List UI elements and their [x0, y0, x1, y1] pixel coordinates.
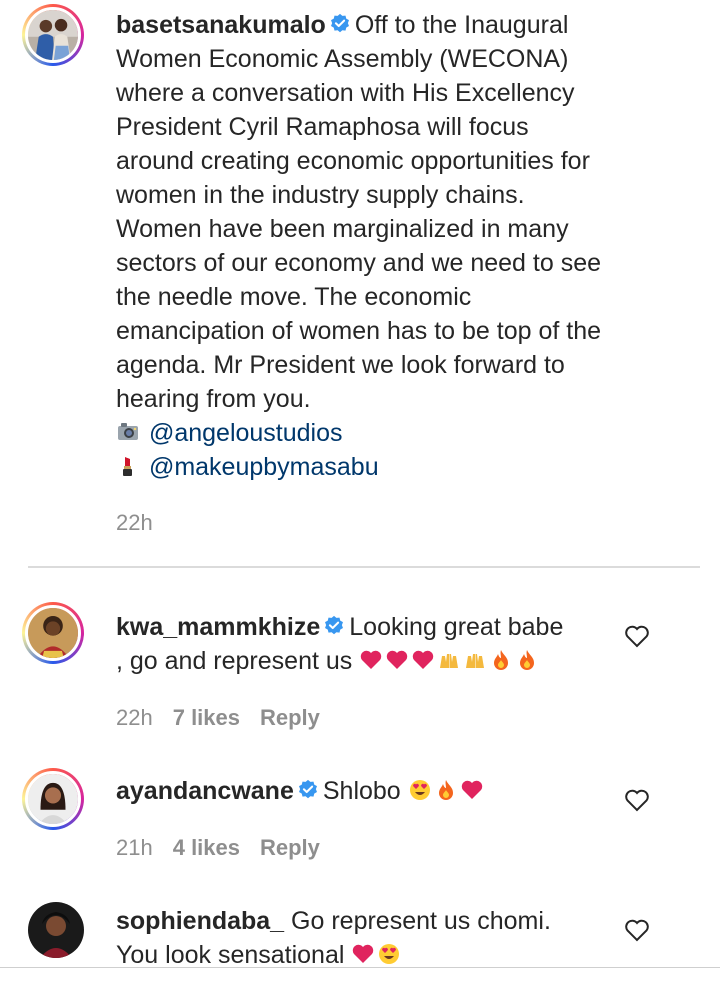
caption-line: sectors of our economy and we need to se…	[116, 249, 602, 277]
avatar-image	[28, 10, 78, 60]
comment-timestamp: 21h	[116, 835, 153, 860]
red-heart-icon	[413, 650, 434, 669]
avatar-image	[28, 902, 84, 958]
caption-text: basetsanakumalo Off to the Inaugural Wome…	[116, 8, 616, 484]
comment-body: You look sensational	[116, 941, 345, 969]
reply-button[interactable]: Reply	[260, 835, 320, 860]
avatar-ayandancwane[interactable]	[22, 768, 84, 830]
comment-timestamp: 22h	[116, 705, 153, 730]
comment-meta: 22h 7 likes Reply	[116, 705, 340, 731]
caption-meta: 22h	[116, 510, 173, 536]
like-comment-heart-icon[interactable]	[624, 624, 650, 648]
like-comment-heart-icon[interactable]	[624, 788, 650, 812]
caption-line: around creating economic opportunities f…	[116, 147, 590, 175]
heart-eyes-icon	[409, 780, 430, 800]
divider	[28, 566, 700, 568]
comment-text: ayandancwane Shlobo	[116, 774, 616, 808]
comment-body: Looking great babe	[349, 613, 564, 641]
caption-line: emancipation of women has to be top of t…	[116, 317, 602, 345]
fire-icon	[438, 780, 453, 800]
comment-body: Go represent us chomi.	[291, 907, 551, 935]
reply-button[interactable]: Reply	[260, 705, 320, 730]
mention-makeupbymasabu[interactable]: @makeupbymasabu	[149, 453, 379, 481]
caption-line: Off to the Inaugural	[354, 11, 569, 39]
caption-line: where a conversation with His Excellency	[116, 79, 575, 107]
lipstick-icon	[123, 457, 132, 476]
red-heart-icon	[353, 944, 374, 963]
caption-timestamp: 22h	[116, 510, 153, 535]
comment-likes-count[interactable]: 4 likes	[173, 835, 240, 860]
caption-username[interactable]: basetsanakumalo	[116, 11, 326, 39]
comment-likes-count[interactable]: 7 likes	[173, 705, 240, 730]
comment-username[interactable]: sophiendaba_	[116, 907, 284, 935]
raised-hands-icon	[440, 654, 459, 668]
red-heart-icon	[461, 780, 482, 799]
caption-line: Women have been marginalized in many	[116, 215, 569, 243]
caption-line: hearing from you.	[116, 385, 311, 413]
caption-line: President Cyril Ramaphosa will focus	[116, 113, 529, 141]
verified-badge-icon	[325, 615, 344, 635]
avatar-image	[28, 774, 78, 824]
red-heart-icon	[387, 650, 408, 669]
like-comment-heart-icon[interactable]	[624, 918, 650, 942]
caption-line: the needle move. The economic	[116, 283, 472, 311]
caption-line: Women Economic Assembly (WECONA)	[116, 45, 569, 73]
divider	[0, 967, 720, 968]
comment-text: sophiendaba_ Go represent us chomi. You …	[116, 904, 616, 972]
fire-icon	[520, 650, 535, 670]
fire-icon	[494, 650, 509, 670]
comment-text: kwa_mammkhize Looking great babe , go and…	[116, 610, 616, 678]
avatar-basetsanakumalo[interactable]	[22, 4, 84, 66]
camera-icon	[118, 423, 138, 440]
caption-line: agenda. Mr President we look forward to	[116, 351, 565, 379]
comment-username[interactable]: kwa_mammkhize	[116, 613, 320, 641]
verified-badge-icon	[298, 779, 317, 799]
raised-hands-icon	[466, 654, 485, 668]
verified-badge-icon	[330, 13, 349, 33]
avatar-kwa-mammkhize[interactable]	[22, 602, 84, 664]
avatar-sophiendaba[interactable]	[28, 902, 84, 958]
red-heart-icon	[361, 650, 382, 669]
comment-meta: 21h 4 likes Reply	[116, 835, 340, 861]
heart-eyes-icon	[379, 944, 400, 964]
caption-line: women in the industry supply chains.	[116, 181, 525, 209]
avatar-image	[28, 608, 78, 658]
comment-body: Shlobo	[322, 777, 401, 805]
comment-body: , go and represent us	[116, 647, 353, 675]
mention-angeloustudios[interactable]: @angeloustudios	[149, 419, 343, 447]
comment-username[interactable]: ayandancwane	[116, 777, 294, 805]
